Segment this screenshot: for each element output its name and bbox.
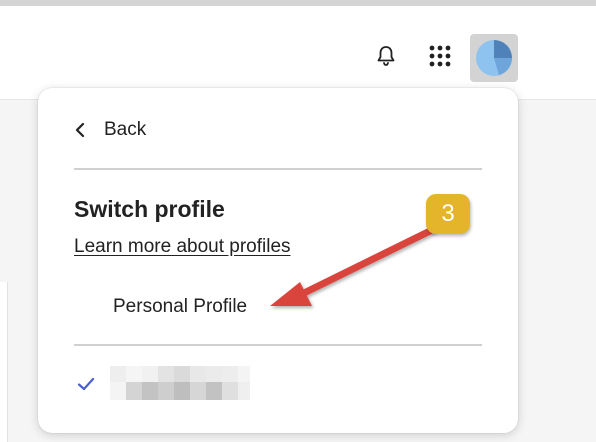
checkmark-icon <box>77 377 95 391</box>
app-header <box>0 6 596 100</box>
redacted-profile-name <box>110 366 250 400</box>
profile-option-personal[interactable]: Personal Profile <box>113 296 247 318</box>
switch-profile-title: Switch profile <box>74 196 225 222</box>
step-number-badge: 3 <box>426 194 470 234</box>
app-grid-icon <box>429 45 451 67</box>
apps-button[interactable] <box>424 40 456 72</box>
background-panel-edge <box>0 282 8 442</box>
learn-more-profiles-link[interactable]: Learn more about profiles <box>74 236 291 258</box>
account-avatar-button[interactable] <box>470 34 518 82</box>
current-profile-item[interactable] <box>76 366 276 402</box>
chevron-left-icon <box>72 122 88 138</box>
bell-icon <box>377 46 395 66</box>
back-label: Back <box>104 119 147 140</box>
user-avatar-icon <box>476 40 512 76</box>
back-button[interactable]: Back <box>72 116 146 144</box>
divider <box>74 344 482 346</box>
app-stage: Back Switch profile Learn more about pro… <box>0 0 596 442</box>
switch-profile-popover: Back Switch profile Learn more about pro… <box>38 88 518 433</box>
notifications-button[interactable] <box>370 40 402 72</box>
divider <box>74 168 482 170</box>
